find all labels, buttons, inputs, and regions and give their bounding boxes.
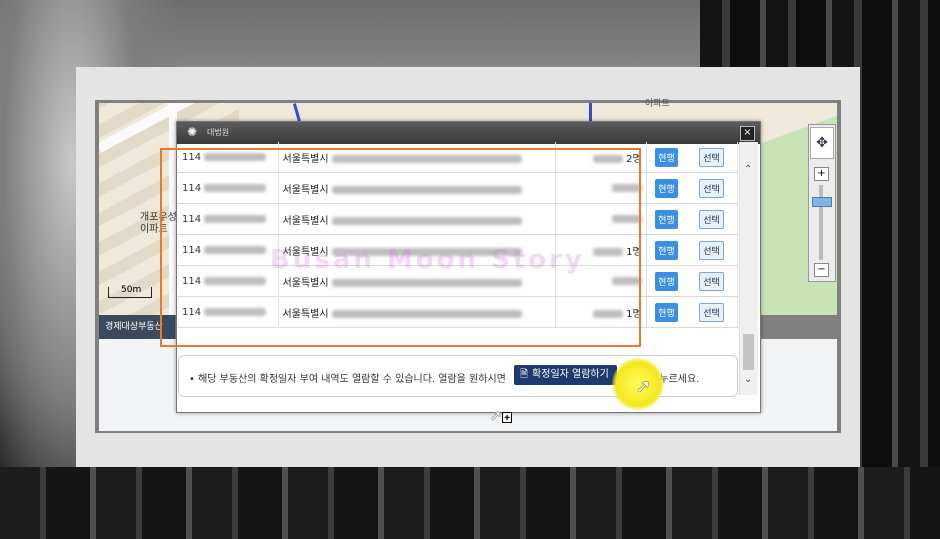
row-status: 현행 (646, 172, 687, 204)
watermark: Busan Moon Story (270, 245, 585, 275)
status-badge: 현행 (655, 240, 678, 260)
row-status: 현행 (646, 203, 687, 235)
row-select: 선택 (686, 142, 738, 173)
select-button[interactable]: 선택 (699, 209, 724, 229)
zoom-control: ✥ + − (808, 124, 836, 282)
map-scale: 50m (108, 285, 152, 298)
zoom-slider-knob[interactable] (812, 197, 832, 207)
row-select: 선택 (686, 234, 738, 266)
dialog-title: 대법원 (207, 128, 230, 137)
scroll-thumb[interactable] (743, 334, 754, 370)
status-badge: 현행 (655, 302, 678, 322)
row-status: 현행 (646, 265, 687, 297)
select-button[interactable]: 선택 (699, 178, 724, 198)
zoom-in-button[interactable]: + (814, 167, 829, 181)
move-cursor-icon: ➚ + (490, 408, 513, 424)
row-status: 현행 (646, 142, 687, 173)
close-button[interactable]: × (740, 126, 755, 141)
status-badge: 현행 (655, 147, 678, 167)
status-badge: 현행 (655, 209, 678, 229)
status-badge: 현행 (655, 271, 678, 291)
zoom-out-button[interactable]: − (814, 263, 829, 277)
dialog-header: ✺ 대법원 × (177, 122, 760, 144)
document-icon: 🗎 (520, 369, 529, 380)
compass-icon[interactable]: ✥ (810, 127, 834, 159)
row-select: 선택 (686, 265, 738, 297)
court-logo-icon: ✺ (187, 125, 198, 139)
background-floor (0, 467, 940, 539)
view-fixed-date-button[interactable]: 🗎 확정일자 열람하기 (514, 365, 617, 385)
pointer-cursor-icon: ➚ (636, 376, 652, 397)
row-select: 선택 (686, 203, 738, 235)
row-select: 선택 (686, 172, 738, 204)
select-button[interactable]: 선택 (699, 240, 724, 260)
notice-text: • 해당 부동산의 확정일자 부여 내역도 열람할 수 있습니다. 열람을 원하… (189, 374, 506, 385)
chevron-up-icon[interactable]: ⌃ (744, 164, 752, 175)
chevron-down-icon[interactable]: ⌄ (744, 374, 752, 385)
map-label-top-right: 아파트 (645, 99, 670, 109)
select-button[interactable]: 선택 (699, 147, 724, 167)
map-scale-label: 50m (121, 285, 142, 295)
dialog-scrollbar[interactable]: ⌃ ⌄ (739, 142, 758, 395)
row-status: 현행 (646, 296, 687, 328)
row-select: 선택 (686, 296, 738, 328)
view-fixed-date-label: 확정일자 열람하기 (532, 369, 609, 380)
status-badge: 현행 (655, 178, 678, 198)
row-status: 현행 (646, 234, 687, 266)
select-button[interactable]: 선택 (699, 271, 724, 291)
select-button[interactable]: 선택 (699, 302, 724, 322)
